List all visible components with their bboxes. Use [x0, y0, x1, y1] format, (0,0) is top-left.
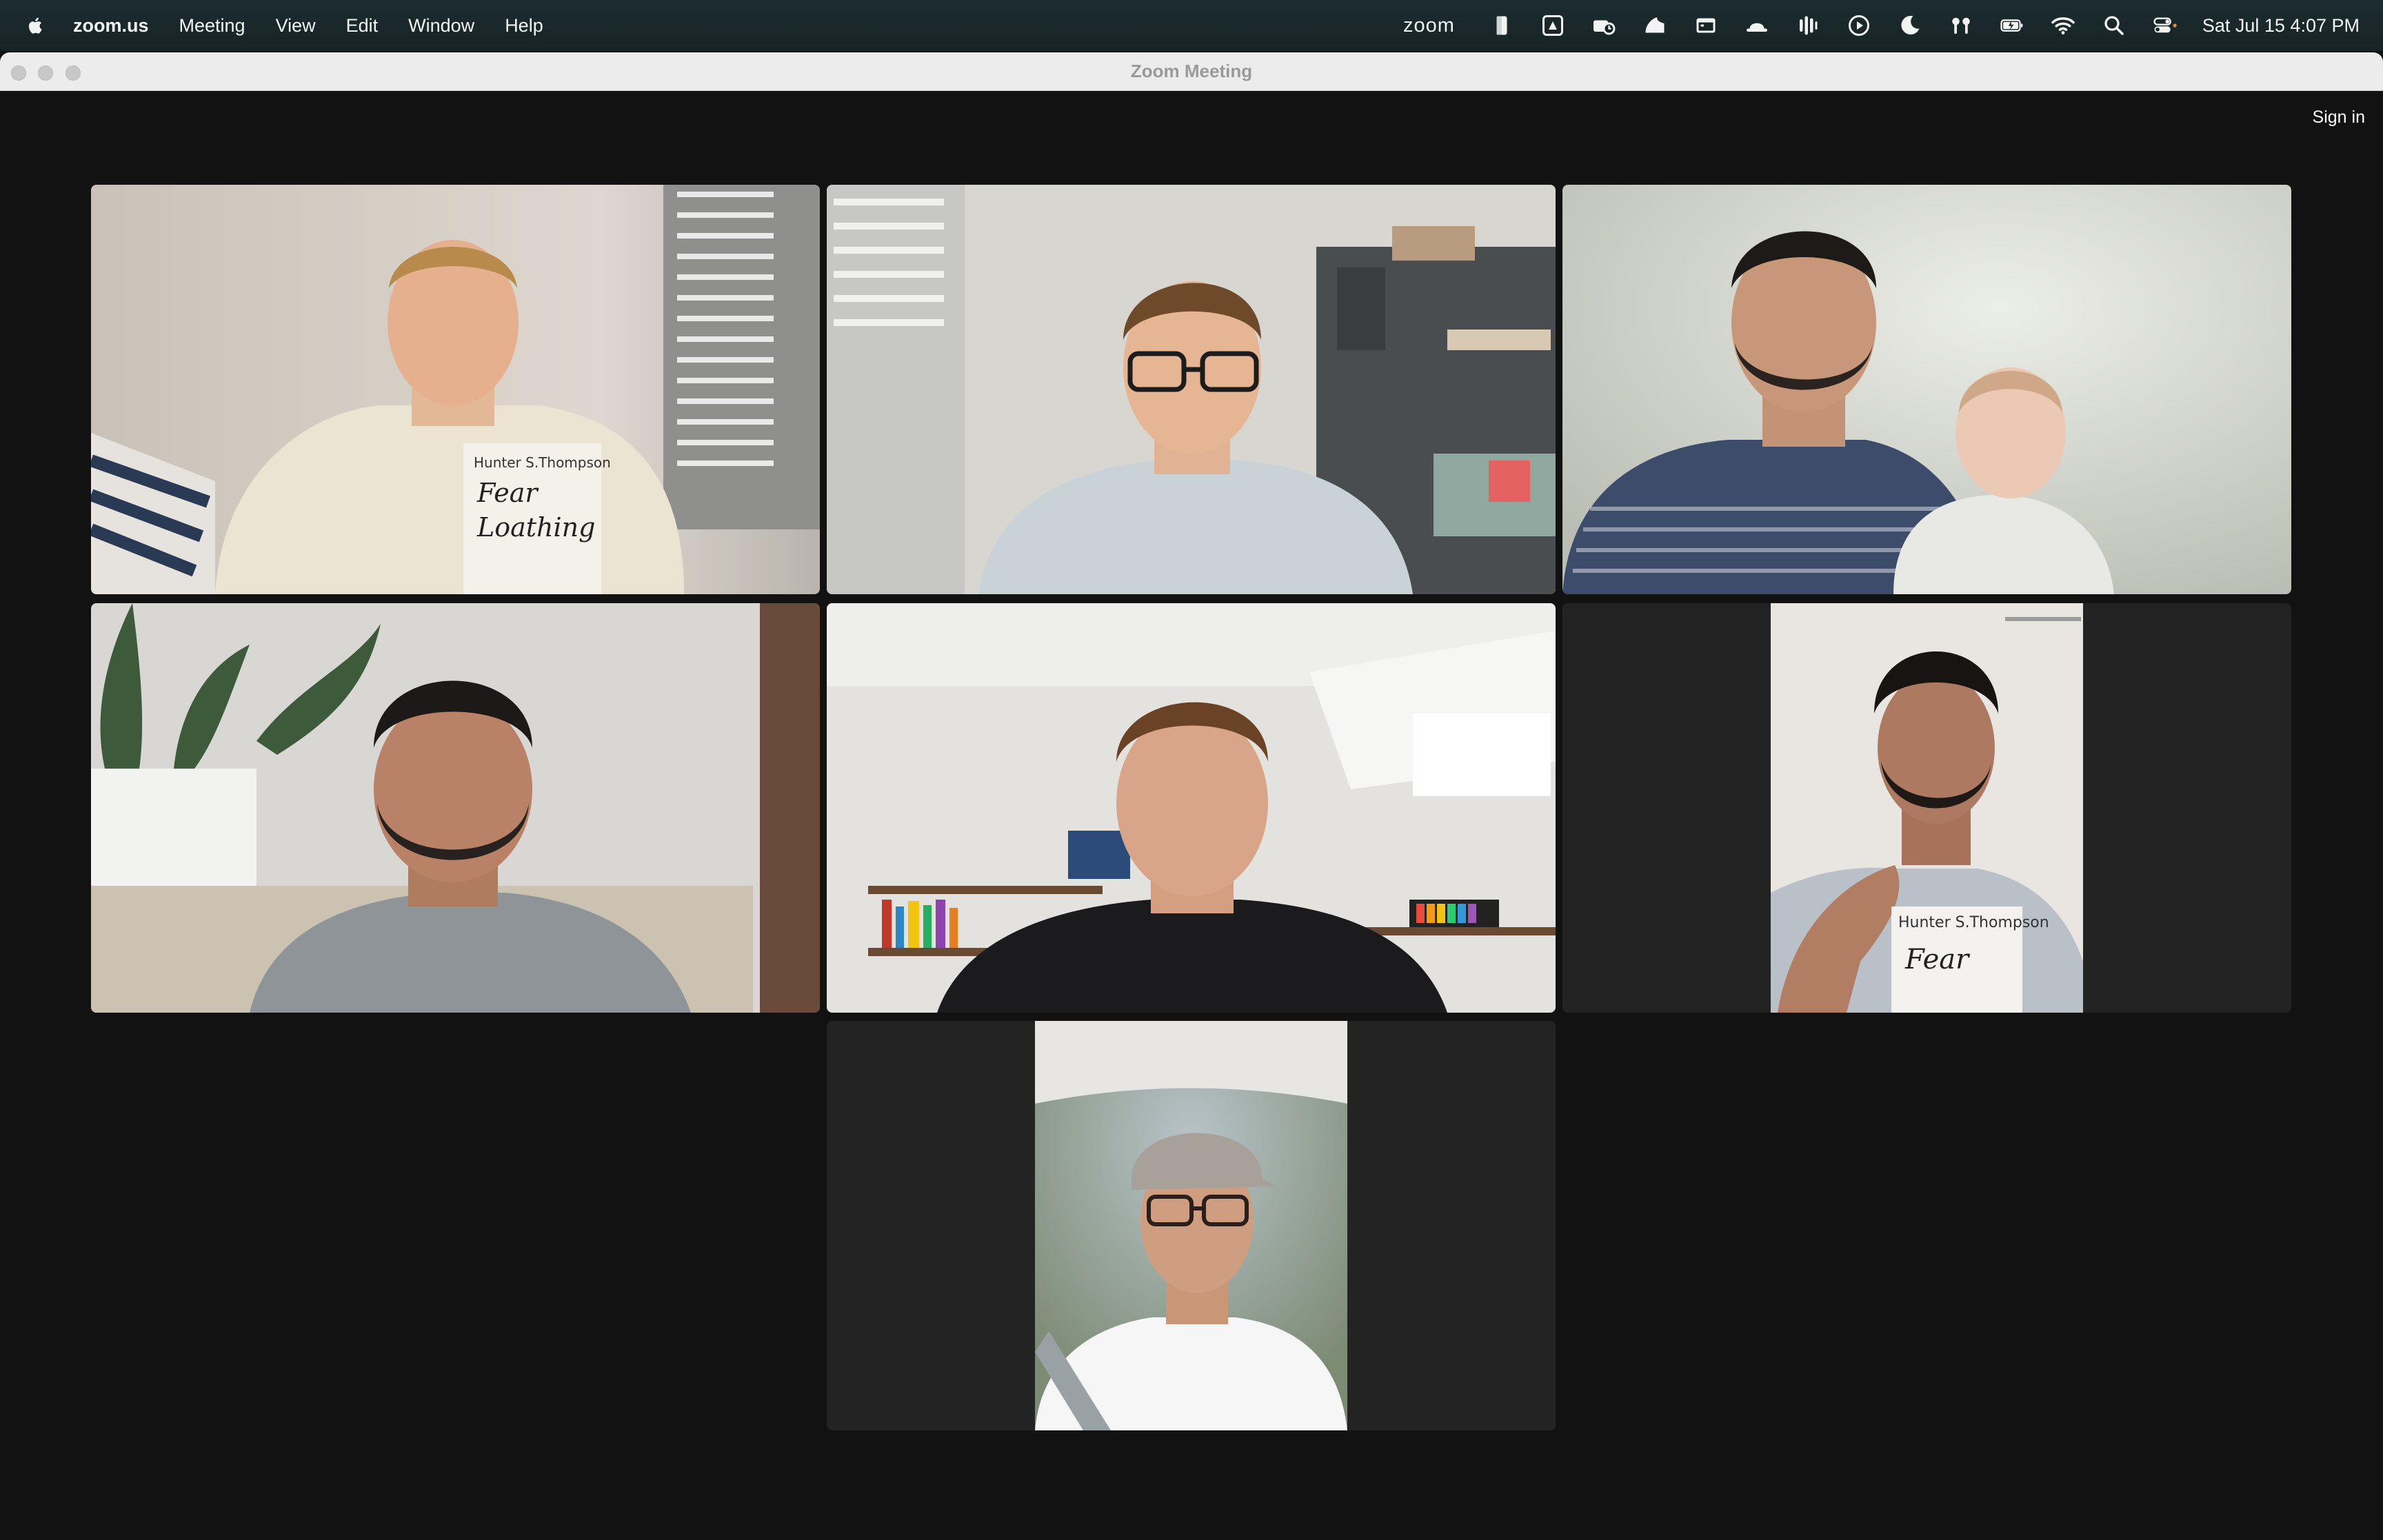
participant-video: Hunter S.Thompson Fear Loathing — [91, 185, 820, 594]
phone-icon[interactable] — [1488, 12, 1516, 39]
menu-bar: zoom.us Meeting View Edit Window Help zo… — [0, 0, 2383, 51]
participant-video — [827, 185, 1556, 594]
creative-cloud-icon[interactable] — [1641, 12, 1669, 39]
participant-video-tile[interactable] — [91, 603, 820, 1013]
camera-icon[interactable] — [1590, 12, 1618, 39]
participant-video-tile[interactable] — [827, 603, 1556, 1013]
control-center-icon[interactable] — [2151, 12, 2179, 39]
participant-video-tile[interactable] — [1562, 185, 2291, 594]
participant-video — [827, 603, 1556, 1013]
menubar-clock[interactable]: Sat Jul 15 4:07 PM — [2202, 15, 2360, 37]
book-author-text: Hunter S.Thompson — [1898, 914, 2049, 931]
menu-edit[interactable]: Edit — [346, 15, 379, 37]
drive-icon[interactable] — [1539, 12, 1567, 39]
maximize-window-button[interactable] — [66, 65, 81, 81]
window-titlebar[interactable]: Zoom Meeting — [0, 52, 2383, 91]
participant-video-tile[interactable]: Hunter S.Thompson Fear Loathing — [91, 185, 820, 594]
screen-icon[interactable] — [1692, 12, 1720, 39]
apple-icon[interactable] — [22, 12, 50, 39]
search-icon[interactable] — [2100, 12, 2128, 39]
participant-video-tile[interactable] — [827, 1021, 1556, 1430]
menu-meeting[interactable]: Meeting — [179, 15, 245, 37]
window-title: Zoom Meeting — [1130, 61, 1253, 81]
menu-window[interactable]: Window — [408, 15, 474, 37]
play-icon[interactable] — [1845, 12, 1873, 39]
battery-icon[interactable] — [1998, 12, 2026, 39]
book-author-text: Hunter S.Thompson — [474, 454, 611, 471]
menu-app-name[interactable]: zoom.us — [73, 15, 149, 37]
moon-icon[interactable] — [1896, 12, 1924, 39]
airpods-icon[interactable] — [1947, 12, 1975, 39]
sign-in-button[interactable]: Sign in — [2310, 103, 2368, 132]
svg-text:Fear: Fear — [1904, 944, 1971, 975]
minimize-window-button[interactable] — [38, 65, 53, 81]
svg-text:Fear: Fear — [476, 478, 539, 508]
participant-video — [1562, 185, 2291, 594]
participant-video — [91, 603, 820, 1013]
participant-video: Hunter S.Thompson Fear — [1771, 603, 2083, 1013]
close-window-button[interactable] — [11, 65, 26, 81]
menu-view[interactable]: View — [276, 15, 316, 37]
menu-help[interactable]: Help — [505, 15, 543, 37]
hat-icon[interactable] — [1743, 12, 1771, 39]
zoom-meeting-window: Zoom Meeting Sign in Hunter S.Thompson F… — [0, 52, 2383, 1540]
zoom-status-logo[interactable]: zoom — [1403, 14, 1455, 37]
participant-video — [1035, 1021, 1347, 1430]
wifi-icon[interactable] — [2049, 12, 2077, 39]
svg-text:Loathing: Loathing — [476, 512, 595, 543]
participant-video-tile[interactable]: Hunter S.Thompson Fear — [1562, 603, 2291, 1013]
participant-video-tile-active-speaker[interactable] — [827, 185, 1556, 594]
audio-icon[interactable] — [1794, 12, 1822, 39]
